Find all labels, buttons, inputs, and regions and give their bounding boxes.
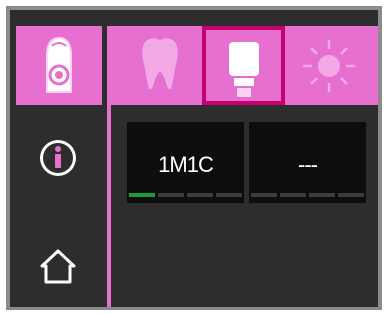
- progress-segment: [338, 193, 364, 197]
- tooth-icon: [142, 38, 178, 90]
- shade-slot-2-label: ---: [298, 152, 318, 177]
- left-nav: [10, 10, 107, 307]
- shade-slot-2[interactable]: ---: [249, 122, 366, 203]
- curing-light-device-icon: [46, 36, 72, 93]
- shade-slot-1-label: 1M1C: [158, 152, 214, 177]
- home-icon: [40, 249, 76, 284]
- shade-slot-1-progress: [129, 193, 242, 197]
- shade-slot-2-progress: [251, 193, 364, 197]
- device-screen: 1M1C ---: [10, 10, 378, 307]
- content-area: [122, 207, 378, 307]
- progress-segment: [158, 193, 184, 197]
- shade-slot-1[interactable]: 1M1C: [127, 122, 244, 203]
- top-tab-bar: [111, 26, 378, 105]
- info-button[interactable]: [36, 136, 80, 180]
- progress-segment: [187, 193, 213, 197]
- info-icon: [40, 140, 76, 176]
- progress-segment: [309, 193, 335, 197]
- tab-tooth[interactable]: [119, 26, 202, 105]
- home-button[interactable]: [36, 244, 80, 288]
- progress-segment: [280, 193, 306, 197]
- shade-tube-icon: [229, 42, 259, 97]
- tab-light[interactable]: [287, 26, 370, 105]
- device-mode-button[interactable]: [16, 26, 102, 105]
- progress-segment: [129, 193, 155, 197]
- tab-shade[interactable]: [202, 26, 285, 105]
- device-frame: 1M1C ---: [6, 6, 382, 310]
- progress-segment: [251, 193, 277, 197]
- light-burst-icon: [303, 40, 355, 92]
- progress-segment: [216, 193, 242, 197]
